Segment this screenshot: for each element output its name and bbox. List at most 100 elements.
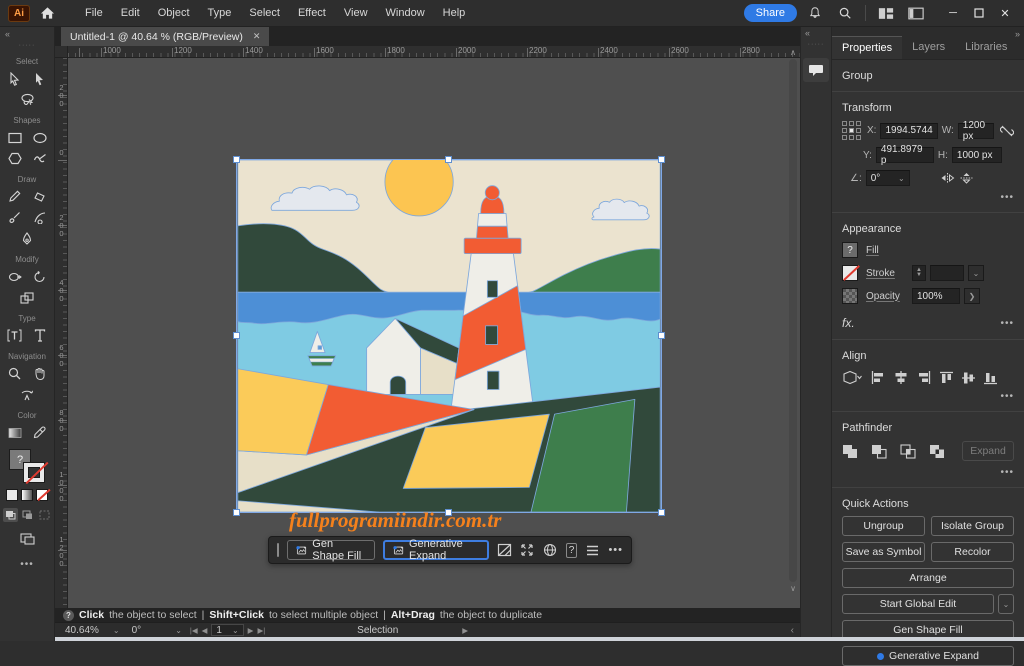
selection-handle[interactable] <box>658 509 665 516</box>
tab-close-icon[interactable]: ✕ <box>253 31 261 42</box>
draw-inside-icon[interactable] <box>37 508 52 522</box>
collapse-status-icon[interactable]: ‹ <box>791 625 794 636</box>
menu-type[interactable]: Type <box>200 4 240 22</box>
transform-more-icon[interactable]: ••• <box>842 192 1014 203</box>
menu-help[interactable]: Help <box>435 4 474 22</box>
touch-type-tool-icon[interactable] <box>6 327 24 344</box>
draw-normal-icon[interactable] <box>2 508 18 522</box>
collapse-toolbar-icon[interactable]: « <box>5 29 10 39</box>
pathfinder-unite-icon[interactable] <box>842 444 858 459</box>
align-center-horizontal-icon[interactable] <box>894 371 908 384</box>
menu-icon[interactable] <box>585 540 600 560</box>
menu-effect[interactable]: Effect <box>290 4 334 22</box>
fill-stroke-indicator[interactable]: ? <box>9 449 49 485</box>
h-field[interactable]: 1000 px <box>951 147 1002 163</box>
gen-shape-fill-button[interactable]: Gen Shape Fill <box>287 538 375 562</box>
polygon-tool-icon[interactable] <box>6 150 24 167</box>
fx-button[interactable]: fx. <box>842 316 855 330</box>
stroke-width-stepper[interactable]: ▲ ▼ <box>912 265 926 281</box>
first-artboard-icon[interactable]: |◀ <box>190 626 198 635</box>
direct-selection-tool-icon[interactable] <box>31 70 49 87</box>
none-swatch[interactable] <box>36 488 51 502</box>
scroll-up-icon[interactable]: ∧ <box>790 48 796 57</box>
menu-object[interactable]: Object <box>150 4 198 22</box>
gradient-swatch[interactable] <box>21 489 33 501</box>
paintbrush-tool-icon[interactable] <box>6 209 24 226</box>
arrange-button[interactable]: Arrange <box>842 568 1014 588</box>
menu-edit[interactable]: Edit <box>113 4 148 22</box>
maximize-icon[interactable] <box>966 4 992 22</box>
selection-handle[interactable] <box>658 332 665 339</box>
align-left-icon[interactable] <box>871 371 885 384</box>
type-tool-icon[interactable] <box>31 327 49 344</box>
scrollbar-track[interactable] <box>789 59 797 582</box>
stroke-label[interactable]: Stroke <box>866 268 908 279</box>
menu-view[interactable]: View <box>336 4 376 22</box>
last-artboard-icon[interactable]: ▶| <box>257 626 265 635</box>
w-field[interactable]: 1200 px <box>957 120 994 142</box>
pen-tool-icon[interactable] <box>18 230 36 247</box>
status-menu-icon[interactable]: ▶ <box>462 626 468 635</box>
rectangle-tool-icon[interactable] <box>6 129 24 146</box>
constrain-proportions-off-icon[interactable] <box>1000 124 1014 138</box>
fill-color-swatch[interactable]: ? <box>842 242 858 258</box>
notifications-bell-icon[interactable] <box>803 3 827 23</box>
opacity-label[interactable]: Opacity <box>866 291 908 302</box>
global-edit-dropdown-icon[interactable]: ⌄ <box>998 594 1014 614</box>
free-transform-tool-icon[interactable] <box>18 289 36 306</box>
contextual-task-bar[interactable]: Gen Shape Fill Generative Expand ? ••• <box>268 536 632 564</box>
zoom-tool-icon[interactable] <box>6 365 24 382</box>
menu-window[interactable]: Window <box>378 4 433 22</box>
canvas-area[interactable]: 1000 1200 1400 1600 1800 2000 2200 2400 … <box>55 46 800 641</box>
start-global-edit-button[interactable]: Start Global Edit <box>842 594 994 614</box>
arrange-documents-icon[interactable] <box>874 3 898 23</box>
generative-expand-quick-button[interactable]: Generative Expand <box>842 646 1014 666</box>
y-field[interactable]: 491.8979 p <box>875 144 934 166</box>
minimize-icon[interactable]: ─ <box>940 4 966 22</box>
share-button[interactable]: Share <box>743 4 797 22</box>
align-to-selection-dropdown-icon[interactable] <box>842 370 862 385</box>
change-screen-mode-icon[interactable] <box>18 530 36 547</box>
next-artboard-icon[interactable]: ▶ <box>248 626 254 635</box>
edit-toolbar-more-icon[interactable]: ••• <box>20 559 34 570</box>
reference-point-selector[interactable] <box>842 121 861 140</box>
stroke-color-swatch[interactable] <box>842 265 860 281</box>
comments-bubble-icon[interactable] <box>803 58 829 82</box>
fill-label[interactable]: Fill <box>866 245 879 256</box>
menu-select[interactable]: Select <box>241 4 288 22</box>
selection-handle[interactable] <box>445 156 452 163</box>
selection-handle[interactable] <box>233 332 240 339</box>
flip-vertical-icon[interactable] <box>959 172 974 184</box>
stroke-swatch-none[interactable] <box>23 461 49 485</box>
pencil-tool-icon[interactable] <box>6 188 24 205</box>
vertical-ruler[interactable]: 200 0 200 400 600 800 1000 1200 <box>55 58 68 641</box>
isolate-group-button[interactable]: Isolate Group <box>931 516 1014 536</box>
toolbar-grip[interactable]: ····· <box>19 42 36 49</box>
rotate-view-tool-icon[interactable] <box>18 386 36 403</box>
eyedropper-tool-icon[interactable] <box>31 424 49 441</box>
collapse-panel-icon[interactable]: « <box>805 28 810 38</box>
artboard-navigation-dropdown[interactable]: 1 ⌄ <box>211 624 244 636</box>
ungroup-button[interactable]: Ungroup <box>842 516 925 536</box>
horizontal-ruler[interactable]: 1000 1200 1400 1600 1800 2000 2200 2400 … <box>68 46 800 58</box>
eraser-tool-icon[interactable] <box>31 188 49 205</box>
appearance-more-icon[interactable]: ••• <box>1000 318 1014 329</box>
generative-expand-button[interactable]: Generative Expand <box>382 538 489 562</box>
pathfinder-more-icon[interactable]: ••• <box>842 467 1014 478</box>
pathfinder-exclude-icon[interactable] <box>929 444 945 459</box>
selection-handle[interactable] <box>658 156 665 163</box>
opacity-options-icon[interactable]: ❯ <box>964 288 980 304</box>
rotate-dropdown[interactable]: 0° ⌄ <box>865 170 910 186</box>
hand-tool-icon[interactable] <box>31 365 49 382</box>
align-more-icon[interactable]: ••• <box>842 391 1014 402</box>
expand-button[interactable]: Expand <box>962 441 1014 461</box>
pathfinder-minus-front-icon[interactable] <box>871 444 887 459</box>
ruler-origin-box[interactable] <box>55 46 68 58</box>
globe-icon[interactable] <box>543 540 558 560</box>
shaper-tool-icon[interactable] <box>31 150 49 167</box>
align-bottom-icon[interactable] <box>984 371 997 385</box>
save-as-symbol-button[interactable]: Save as Symbol <box>842 542 925 562</box>
x-field[interactable]: 1994.5744 <box>880 122 938 139</box>
search-icon[interactable] <box>833 3 857 23</box>
rotate-tool-icon[interactable] <box>31 268 49 285</box>
